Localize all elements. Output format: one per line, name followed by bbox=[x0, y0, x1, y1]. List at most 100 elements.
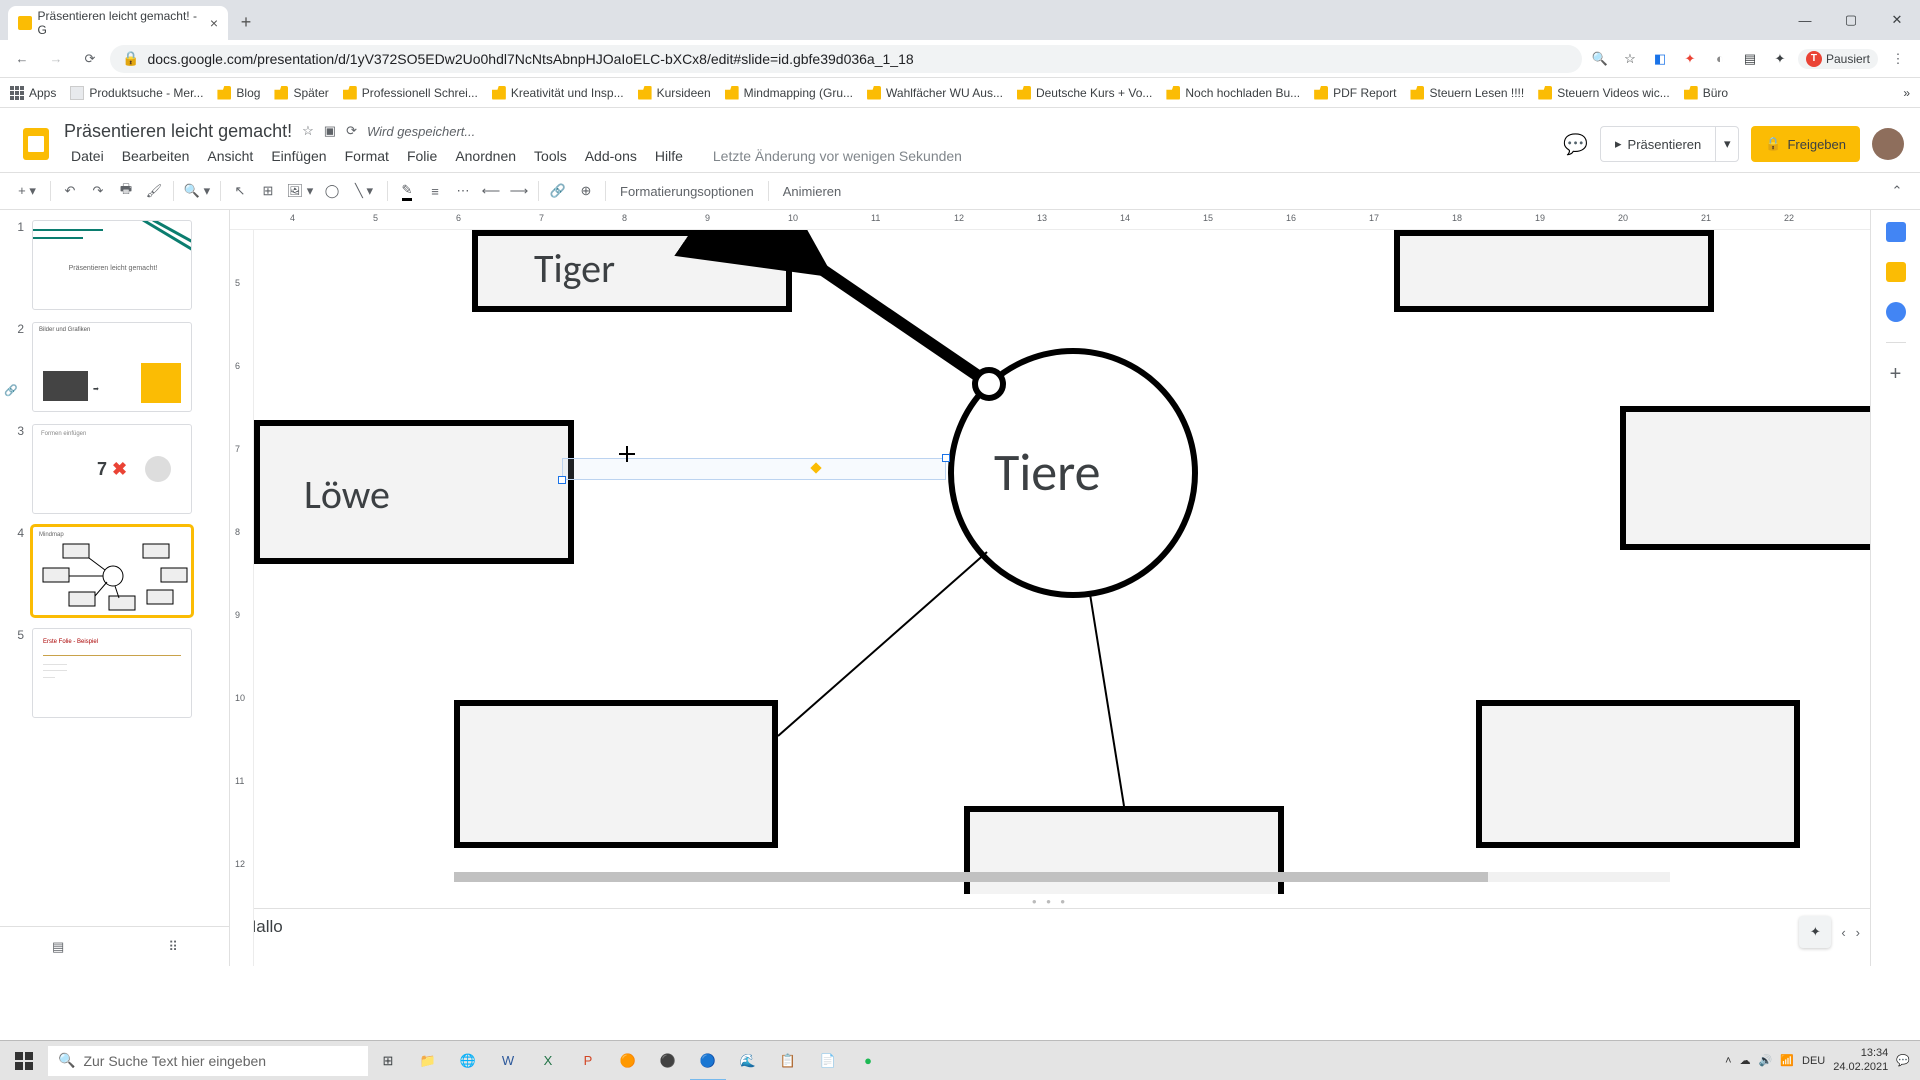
bookmark-item[interactable]: Deutsche Kurs + Vo... bbox=[1017, 86, 1152, 100]
shape-rect-empty[interactable] bbox=[1476, 700, 1800, 848]
explorer-icon[interactable]: 📁 bbox=[408, 1041, 448, 1080]
notifications-icon[interactable]: 💬 bbox=[1896, 1054, 1910, 1067]
format-options-button[interactable]: Formatierungsoptionen bbox=[612, 178, 762, 204]
bookmark-item[interactable]: PDF Report bbox=[1314, 86, 1396, 100]
extensions-icon[interactable]: ✦ bbox=[1768, 47, 1792, 71]
system-tray[interactable]: ˄ ☁ 🔊 📶 DEU 13:34 24.02.2021 💬 bbox=[1715, 1047, 1920, 1073]
edge-legacy-icon[interactable]: 🌐 bbox=[448, 1041, 488, 1080]
undo-button[interactable]: ↶ bbox=[57, 178, 83, 204]
menu-hilfe[interactable]: Hilfe bbox=[648, 144, 690, 168]
share-button[interactable]: 🔒Freigeben bbox=[1751, 126, 1860, 162]
present-button[interactable]: ▸Präsentieren bbox=[1600, 126, 1715, 162]
vertical-ruler[interactable]: 5 6 7 8 9 10 11 12 bbox=[230, 230, 254, 966]
comments-icon[interactable]: 💬 bbox=[1563, 132, 1588, 157]
ext-icon-1[interactable]: ◧ bbox=[1648, 47, 1672, 71]
bookmark-item[interactable]: Kursideen bbox=[638, 86, 711, 100]
image-tool[interactable]: 🖼 ▾ bbox=[283, 178, 317, 204]
ext-icon-3[interactable]: ◐ bbox=[1708, 47, 1732, 71]
tasks-icon[interactable] bbox=[1886, 302, 1906, 322]
add-addon-icon[interactable]: + bbox=[1890, 363, 1902, 386]
shape-rect-empty[interactable] bbox=[454, 700, 778, 848]
document-title[interactable]: Präsentieren leicht gemacht! bbox=[64, 121, 292, 142]
shape-rect-empty[interactable] bbox=[1620, 406, 1870, 550]
link-button[interactable]: 🔗 bbox=[545, 178, 571, 204]
task-view-icon[interactable]: ⊞ bbox=[368, 1041, 408, 1080]
minimize-button[interactable]: — bbox=[1782, 0, 1828, 40]
horizontal-ruler[interactable]: 4 5 6 7 8 9 10 11 12 13 14 15 16 17 18 1… bbox=[230, 210, 1870, 230]
star-doc-icon[interactable]: ☆ bbox=[302, 123, 314, 139]
taskbar-search[interactable]: 🔍Zur Suche Text hier eingeben bbox=[48, 1046, 368, 1076]
new-tab-button[interactable]: + bbox=[232, 8, 260, 36]
bookmark-item[interactable]: Noch hochladen Bu... bbox=[1166, 86, 1300, 100]
menu-einfuegen[interactable]: Einfügen bbox=[264, 144, 333, 168]
new-slide-button[interactable]: + ▾ bbox=[10, 178, 44, 204]
animate-button[interactable]: Animieren bbox=[775, 178, 850, 204]
text-loewe[interactable]: Löwe bbox=[304, 470, 390, 519]
wifi-icon[interactable]: 📶 bbox=[1780, 1054, 1794, 1067]
bookmark-item[interactable]: Mindmapping (Gru... bbox=[725, 86, 853, 100]
bookmark-apps[interactable]: Apps bbox=[10, 86, 56, 100]
keep-icon[interactable] bbox=[1886, 262, 1906, 282]
app-icon[interactable]: 📋 bbox=[768, 1041, 808, 1080]
close-window-button[interactable]: ✕ bbox=[1874, 0, 1920, 40]
obs-icon[interactable]: ⚫ bbox=[648, 1041, 688, 1080]
word-icon[interactable]: W bbox=[488, 1041, 528, 1080]
bookmark-item[interactable]: Professionell Schrei... bbox=[343, 86, 478, 100]
menu-ansicht[interactable]: Ansicht bbox=[200, 144, 260, 168]
app-icon[interactable]: 🟠 bbox=[608, 1041, 648, 1080]
profile-paused[interactable]: T Pausiert bbox=[1798, 49, 1878, 69]
language-indicator[interactable]: DEU bbox=[1802, 1055, 1825, 1067]
zoom-button[interactable]: 🔍 ▾ bbox=[180, 178, 214, 204]
slide-thumbnail[interactable]: 4 Mindmap bbox=[12, 526, 217, 616]
redo-button[interactable]: ↷ bbox=[85, 178, 111, 204]
shape-rect-loewe[interactable] bbox=[254, 420, 574, 564]
bookmark-item[interactable]: Später bbox=[274, 86, 328, 100]
shape-tool[interactable]: ◯ bbox=[319, 178, 345, 204]
prev-slide-button[interactable]: ‹ bbox=[1841, 925, 1845, 940]
present-dropdown[interactable]: ▾ bbox=[1715, 126, 1739, 162]
address-bar[interactable]: 🔒 docs.google.com/presentation/d/1yV372S… bbox=[110, 45, 1582, 73]
menu-tools[interactable]: Tools bbox=[527, 144, 574, 168]
menu-datei[interactable]: Datei bbox=[64, 144, 111, 168]
textbox-tool[interactable]: ⊞ bbox=[255, 178, 281, 204]
print-button[interactable]: 🖶 bbox=[113, 178, 139, 204]
move-doc-icon[interactable]: ▣ bbox=[324, 123, 336, 139]
text-tiger[interactable]: Tiger bbox=[534, 244, 615, 293]
menu-format[interactable]: Format bbox=[338, 144, 396, 168]
text-tiere[interactable]: Tiere bbox=[994, 440, 1100, 504]
line-weight-button[interactable]: ≡ bbox=[422, 178, 448, 204]
back-button[interactable]: ← bbox=[8, 45, 36, 73]
menu-folie[interactable]: Folie bbox=[400, 144, 444, 168]
paint-format-button[interactable]: 🖌 bbox=[141, 178, 167, 204]
select-tool[interactable]: ↖ bbox=[227, 178, 253, 204]
bookmark-item[interactable]: Produktsuche - Mer... bbox=[70, 86, 203, 100]
speaker-notes[interactable]: Hallo bbox=[230, 908, 1870, 966]
account-avatar[interactable] bbox=[1872, 128, 1904, 160]
slides-logo-icon[interactable] bbox=[16, 124, 56, 164]
chrome-menu-icon[interactable]: ⋮ bbox=[1884, 45, 1912, 73]
forward-button[interactable]: → bbox=[42, 45, 70, 73]
ext-icon-4[interactable]: ▤ bbox=[1738, 47, 1762, 71]
slide-thumbnail[interactable]: 5 Erste Folie - Beispiel——————————————— bbox=[12, 628, 217, 718]
filmstrip-view-icon[interactable]: ▤ bbox=[52, 939, 64, 955]
start-button[interactable] bbox=[0, 1041, 48, 1080]
calendar-icon[interactable] bbox=[1886, 222, 1906, 242]
grid-view-icon[interactable]: ⠿ bbox=[168, 939, 178, 955]
browser-tab[interactable]: Präsentieren leicht gemacht! - G × bbox=[8, 6, 228, 40]
edge-icon[interactable]: 🌊 bbox=[728, 1041, 768, 1080]
menu-bearbeiten[interactable]: Bearbeiten bbox=[115, 144, 197, 168]
explore-button[interactable]: ✦ bbox=[1799, 916, 1831, 948]
zoom-icon[interactable]: 🔍 bbox=[1588, 47, 1612, 71]
clock[interactable]: 13:34 24.02.2021 bbox=[1833, 1047, 1888, 1073]
last-edit[interactable]: Letzte Änderung vor wenigen Sekunden bbox=[706, 144, 969, 168]
collapse-toolbar-icon[interactable]: ⌃ bbox=[1884, 178, 1910, 204]
selection-handle[interactable] bbox=[558, 476, 566, 484]
shape-rect-tiger[interactable] bbox=[472, 230, 792, 312]
bookmark-item[interactable]: Büro bbox=[1684, 86, 1728, 100]
menu-addons[interactable]: Add-ons bbox=[578, 144, 644, 168]
powerpoint-icon[interactable]: P bbox=[568, 1041, 608, 1080]
bookmark-item[interactable]: Kreativität und Insp... bbox=[492, 86, 624, 100]
slide-canvas[interactable]: Tiger Löwe Tiere bbox=[254, 230, 1870, 894]
reload-button[interactable]: ⟳ bbox=[76, 45, 104, 73]
volume-icon[interactable]: 🔊 bbox=[1759, 1054, 1773, 1067]
